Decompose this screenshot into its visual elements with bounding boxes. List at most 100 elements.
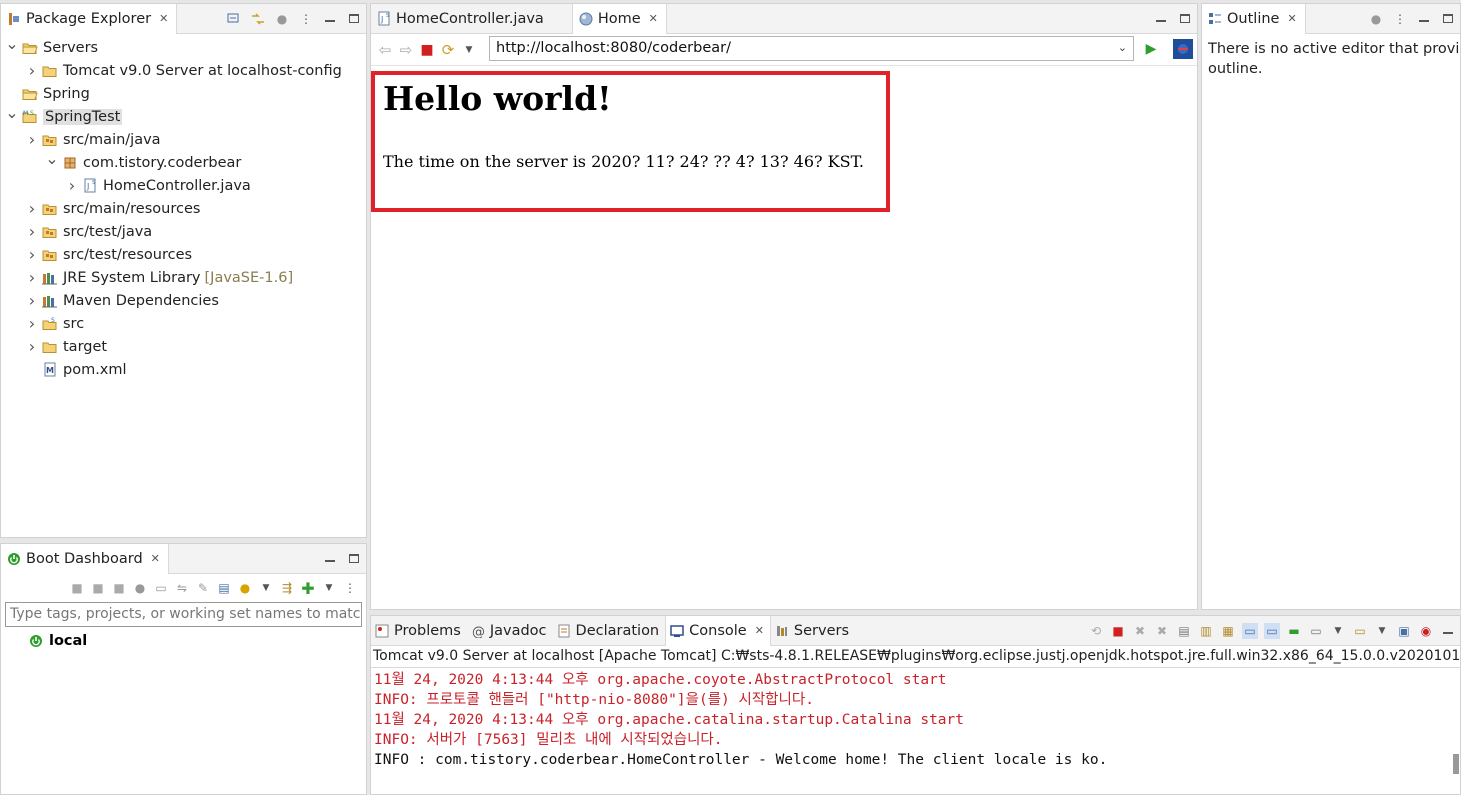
tree-item[interactable]: › target — [1, 335, 366, 358]
tab-servers[interactable]: Servers — [771, 616, 855, 645]
copy-icon[interactable]: ▣ — [1396, 623, 1412, 639]
chevron-right-icon[interactable]: › — [25, 130, 39, 149]
open-console-icon[interactable]: ▭ — [1308, 623, 1324, 639]
chevron-right-icon[interactable]: › — [25, 61, 39, 80]
tab-problems[interactable]: Problems — [371, 616, 467, 645]
tab-console[interactable]: Console ✕ — [665, 616, 771, 646]
close-icon[interactable]: ✕ — [649, 12, 658, 25]
clear-console-icon[interactable]: ▤ — [1176, 623, 1192, 639]
tree-item[interactable]: › src/test/resources — [1, 243, 366, 266]
stop-icon[interactable]: ■ — [419, 42, 435, 58]
console-scrollbar[interactable] — [1453, 754, 1459, 774]
minimize-icon[interactable] — [322, 11, 338, 27]
collapse-all-icon[interactable] — [226, 11, 242, 27]
close-icon[interactable]: ✕ — [755, 624, 764, 637]
start-icon[interactable]: ■ — [69, 580, 85, 596]
tree-item[interactable]: Spring — [1, 82, 366, 105]
view-menu-icon[interactable]: ⋮ — [298, 11, 314, 27]
open-browser-icon[interactable]: ● — [132, 580, 148, 596]
back-icon[interactable]: ⇦ — [377, 41, 393, 59]
chevron-right-icon[interactable]: › — [25, 199, 39, 218]
tree-item[interactable]: ⌄ M S SpringTest — [1, 103, 366, 128]
focus-icon[interactable]: ● — [274, 11, 290, 27]
tree-item[interactable]: ⌄ Servers — [1, 34, 366, 59]
focus-icon[interactable]: ● — [1368, 11, 1384, 27]
tree-item[interactable]: › J S HomeController.java — [1, 174, 366, 197]
close-icon[interactable]: ✕ — [1287, 12, 1296, 25]
tree-item[interactable]: › src/main/resources — [1, 197, 366, 220]
chevron-down-icon[interactable]: ▼ — [1330, 623, 1346, 639]
chevron-right-icon[interactable]: › — [25, 268, 39, 287]
chevron-right-icon[interactable]: › — [25, 337, 39, 356]
go-icon[interactable]: ▶ — [1143, 41, 1159, 57]
chevron-down-icon[interactable]: ⌄ — [1118, 41, 1127, 54]
tree-item[interactable]: Mpom.xml — [1, 358, 366, 381]
maximize-icon[interactable] — [1440, 11, 1456, 27]
maximize-icon[interactable] — [1177, 11, 1193, 27]
tab-boot-dashboard[interactable]: Boot Dashboard ✕ — [1, 544, 169, 574]
eclipse-browser-icon[interactable] — [1173, 39, 1193, 59]
edit-icon[interactable]: ✎ — [195, 580, 211, 596]
chevron-down-icon[interactable]: ⌄ — [45, 149, 59, 168]
tab-javadoc[interactable]: @ Javadoc — [467, 616, 553, 645]
chevron-down-icon[interactable]: ▼ — [1374, 623, 1390, 639]
minimize-icon[interactable] — [322, 551, 338, 567]
filter-icon[interactable]: ⇶ — [279, 580, 295, 596]
maximize-icon[interactable] — [346, 11, 362, 27]
tab-outline[interactable]: Outline ✕ — [1202, 4, 1306, 34]
display-console-icon[interactable]: ▬ — [1286, 623, 1302, 639]
link-with-editor-icon[interactable] — [250, 11, 266, 27]
chevron-right-icon[interactable]: › — [25, 222, 39, 241]
chevron-down-icon[interactable]: ▼ — [321, 580, 337, 596]
chevron-right-icon[interactable]: › — [65, 176, 79, 195]
tree-item[interactable]: › Tomcat v9.0 Server at localhost-config — [1, 59, 366, 82]
chevron-right-icon[interactable]: › — [25, 314, 39, 333]
tree-item[interactable]: › Maven Dependencies — [1, 289, 366, 312]
local-target[interactable]: local — [1, 633, 366, 649]
close-icon[interactable]: ✕ — [159, 12, 168, 25]
tab-home[interactable]: Home ✕ — [571, 4, 667, 34]
tree-item[interactable]: ⌄ com.tistory.coderbear — [1, 149, 366, 174]
refresh-icon[interactable]: ⟳ — [440, 41, 456, 59]
view-menu-icon[interactable]: ⋮ — [1392, 11, 1408, 27]
view-menu-icon[interactable]: ⋮ — [342, 580, 358, 596]
tree-item[interactable]: › JRE System Library [JavaSE-1.6] — [1, 266, 366, 289]
lightbulb-icon[interactable]: ● — [237, 580, 253, 596]
chevron-down-icon[interactable]: ▼ — [461, 42, 477, 58]
word-wrap-icon[interactable]: ▦ — [1220, 623, 1236, 639]
forward-icon[interactable]: ⇨ — [398, 41, 414, 59]
tree-item[interactable]: › src/test/java — [1, 220, 366, 243]
minimize-icon[interactable] — [1416, 11, 1432, 27]
console-output[interactable]: 11월 24, 2020 4:13:44 오후 org.apache.coyot… — [371, 668, 1460, 770]
add-icon[interactable]: ✚ — [300, 579, 316, 598]
eclipse-icon[interactable]: ◉ — [1418, 623, 1434, 639]
tree-item[interactable]: › src/main/java — [1, 128, 366, 151]
chevron-right-icon[interactable]: › — [25, 245, 39, 264]
chevron-right-icon[interactable]: › — [25, 291, 39, 310]
tab-homecontroller-java[interactable]: J S HomeController.java — [371, 4, 572, 33]
chevron-down-icon[interactable]: ▼ — [258, 580, 274, 596]
tree-item[interactable]: › Ssrc — [1, 312, 366, 335]
remove-launch-icon[interactable]: ✖ — [1132, 623, 1148, 639]
properties-icon[interactable]: ▤ — [216, 580, 232, 596]
tab-package-explorer[interactable]: Package Explorer ✕ — [1, 4, 178, 34]
console-icon[interactable]: ▭ — [153, 580, 169, 596]
show-stdout-icon[interactable]: ▭ — [1242, 622, 1258, 639]
show-stderr-icon[interactable]: ▭ — [1264, 622, 1280, 639]
url-input[interactable]: http://localhost:8080/coderbear/ ⌄ — [489, 36, 1134, 61]
minimize-icon[interactable] — [1440, 623, 1456, 639]
new-console-icon[interactable]: ▭ — [1352, 623, 1368, 639]
chevron-down-icon[interactable]: ⌄ — [5, 103, 19, 122]
chevron-down-icon[interactable]: ⌄ — [5, 34, 19, 53]
close-icon[interactable]: ✕ — [151, 552, 160, 565]
maximize-icon[interactable] — [346, 551, 362, 567]
link-icon[interactable]: ⇋ — [174, 580, 190, 596]
pin-icon[interactable]: ⟲ — [1088, 623, 1104, 639]
debug-icon[interactable]: ■ — [90, 580, 106, 596]
minimize-icon[interactable] — [1153, 11, 1169, 27]
scroll-lock-icon[interactable]: ▥ — [1198, 623, 1214, 639]
stop-icon[interactable]: ■ — [111, 580, 127, 596]
tab-declaration[interactable]: Declaration — [553, 616, 666, 645]
remove-all-icon[interactable]: ✖ — [1154, 623, 1170, 639]
terminate-icon[interactable]: ■ — [1110, 623, 1126, 639]
